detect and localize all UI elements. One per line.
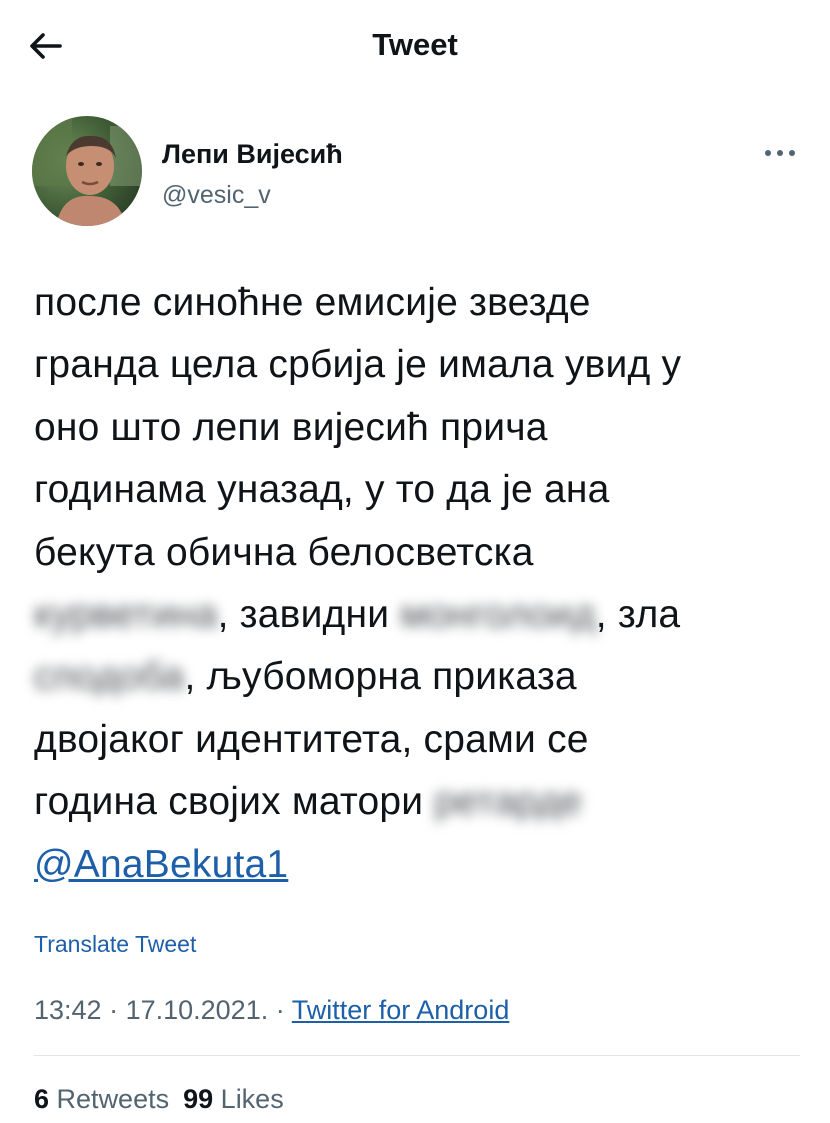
tweet-segment: , завидни [217, 593, 401, 637]
tweet-date: 17.10.2021. [125, 995, 269, 1025]
mention-link[interactable]: @AnaBekuta1 [34, 843, 288, 886]
tweet-segment: , љубоморна приказа [184, 655, 577, 699]
meta-separator: · [101, 995, 126, 1025]
likes-count: 99 [183, 1084, 214, 1114]
page-title: Tweet [372, 27, 458, 62]
avatar[interactable] [32, 116, 142, 226]
tweet-line: бекута обична белосветска [34, 530, 534, 574]
retweets-stat[interactable]: 6 Retweets [34, 1084, 169, 1114]
tweet-time: 13:42 [34, 995, 102, 1025]
tweet-meta: 13:42 · 17.10.2021. · Twitter for Androi… [34, 994, 509, 1026]
divider [34, 1055, 800, 1056]
tweet-page: Tweet Лепи Вијесић @vesic_v после синоћн… [0, 0, 830, 1123]
tweet-line: после синоћне емисије звезде [34, 281, 591, 324]
blurred-word: сподоба [34, 655, 185, 699]
tweet-line: @AnaBekuta1 [34, 834, 804, 896]
header: Tweet [0, 0, 830, 90]
blurred-word: курветина [34, 593, 218, 637]
likes-stat[interactable]: 99 Likes [183, 1084, 284, 1114]
author-name[interactable]: Лепи Вијесић [162, 138, 343, 170]
more-options-button[interactable] [758, 138, 802, 168]
blurred-word: монголоид [400, 593, 596, 637]
more-horizontal-icon [765, 150, 795, 156]
translate-tweet-link[interactable]: Translate Tweet [34, 930, 196, 958]
source-link[interactable]: Twitter for Android [292, 995, 510, 1025]
tweet-segment: , зла [595, 593, 681, 637]
tweet-text: после синоћне емисије звезде гранда цела… [34, 272, 804, 896]
tweet-segment: година својих матори [34, 780, 435, 824]
retweets-label: Retweets [56, 1084, 170, 1114]
tweet-stats: 6 Retweets 99 Likes [34, 1082, 284, 1116]
retweets-count: 6 [34, 1084, 50, 1114]
tweet-line: двојаког идентитета, срами се [34, 717, 589, 761]
meta-separator: · [268, 995, 292, 1025]
blurred-word: ретарде [434, 780, 583, 824]
tweet-line: годинама уназад, у то да је ана [34, 468, 610, 512]
tweet-line: курветина, завидни монголоид, зла [34, 584, 804, 646]
tweet-line: година својих матори ретарде [34, 771, 804, 833]
author-handle[interactable]: @vesic_v [162, 180, 271, 210]
tweet-line: сподоба, љубоморна приказа [34, 646, 804, 708]
tweet-line: оно што лепи вијесић прича [34, 405, 548, 449]
likes-label: Likes [220, 1084, 284, 1114]
tweet-line: гранда цела србија је имала увид у [34, 343, 682, 387]
profile-photo [32, 116, 142, 226]
